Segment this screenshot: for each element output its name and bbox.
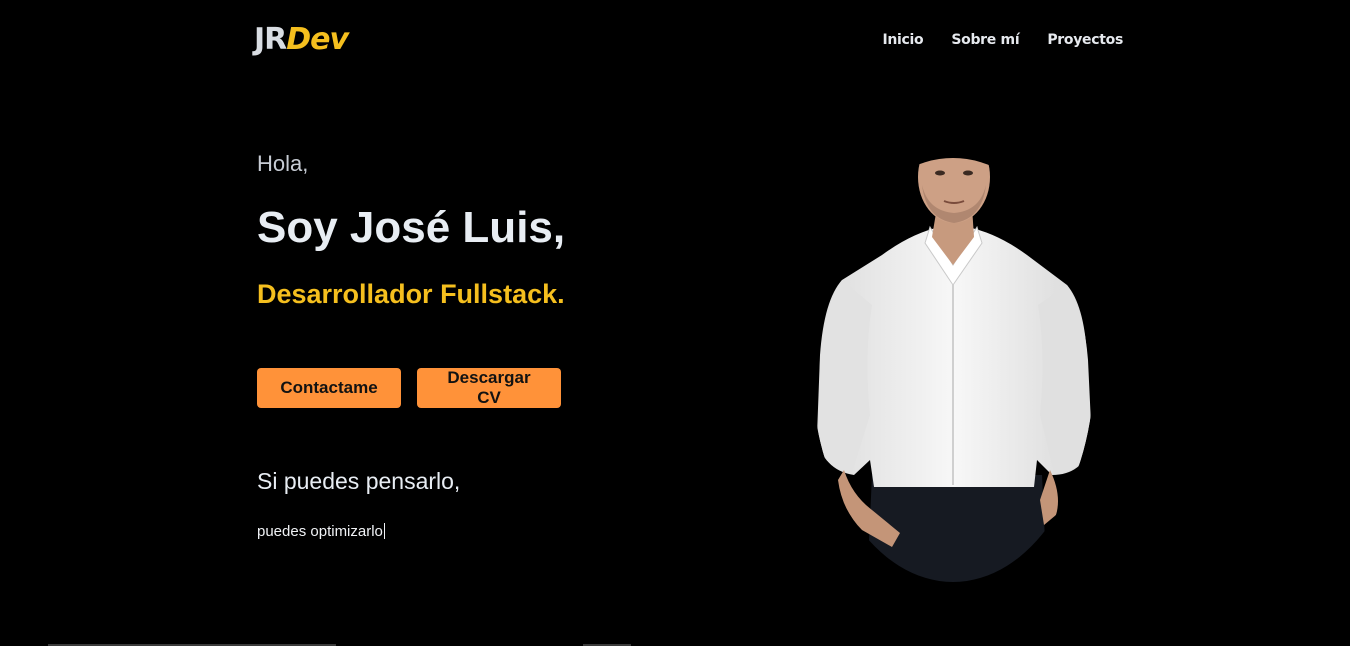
hero-role: Desarrollador Fullstack. (257, 279, 565, 309)
main-nav: Inicio Sobre mí Proyectos (882, 30, 1123, 50)
motto-line-2-text: puedes optimizarlo (257, 523, 383, 540)
nav-item-inicio[interactable]: Inicio (882, 30, 923, 50)
hero-greeting: Hola, (257, 151, 309, 176)
download-cv-button[interactable]: Descargar CV (417, 368, 561, 408)
contact-button[interactable]: Contactame (257, 368, 401, 408)
motto-line-2: puedes optimizarlo (257, 522, 385, 542)
typing-caret (383, 523, 385, 539)
portrait-image (817, 158, 1092, 582)
hero-name: Soy José Luis, (257, 203, 566, 252)
landing-page: JRDev Inicio Sobre mí Proyectos Hola, So… (0, 0, 1350, 646)
nav-item-sobre-mi[interactable]: Sobre mí (951, 30, 1019, 50)
logo[interactable]: JRDev (254, 22, 349, 58)
logo-secondary: Dev (286, 22, 349, 57)
logo-primary: JR (254, 22, 287, 57)
motto-line-1: Si puedes pensarlo, (257, 468, 461, 494)
nav-item-proyectos[interactable]: Proyectos (1047, 30, 1123, 50)
